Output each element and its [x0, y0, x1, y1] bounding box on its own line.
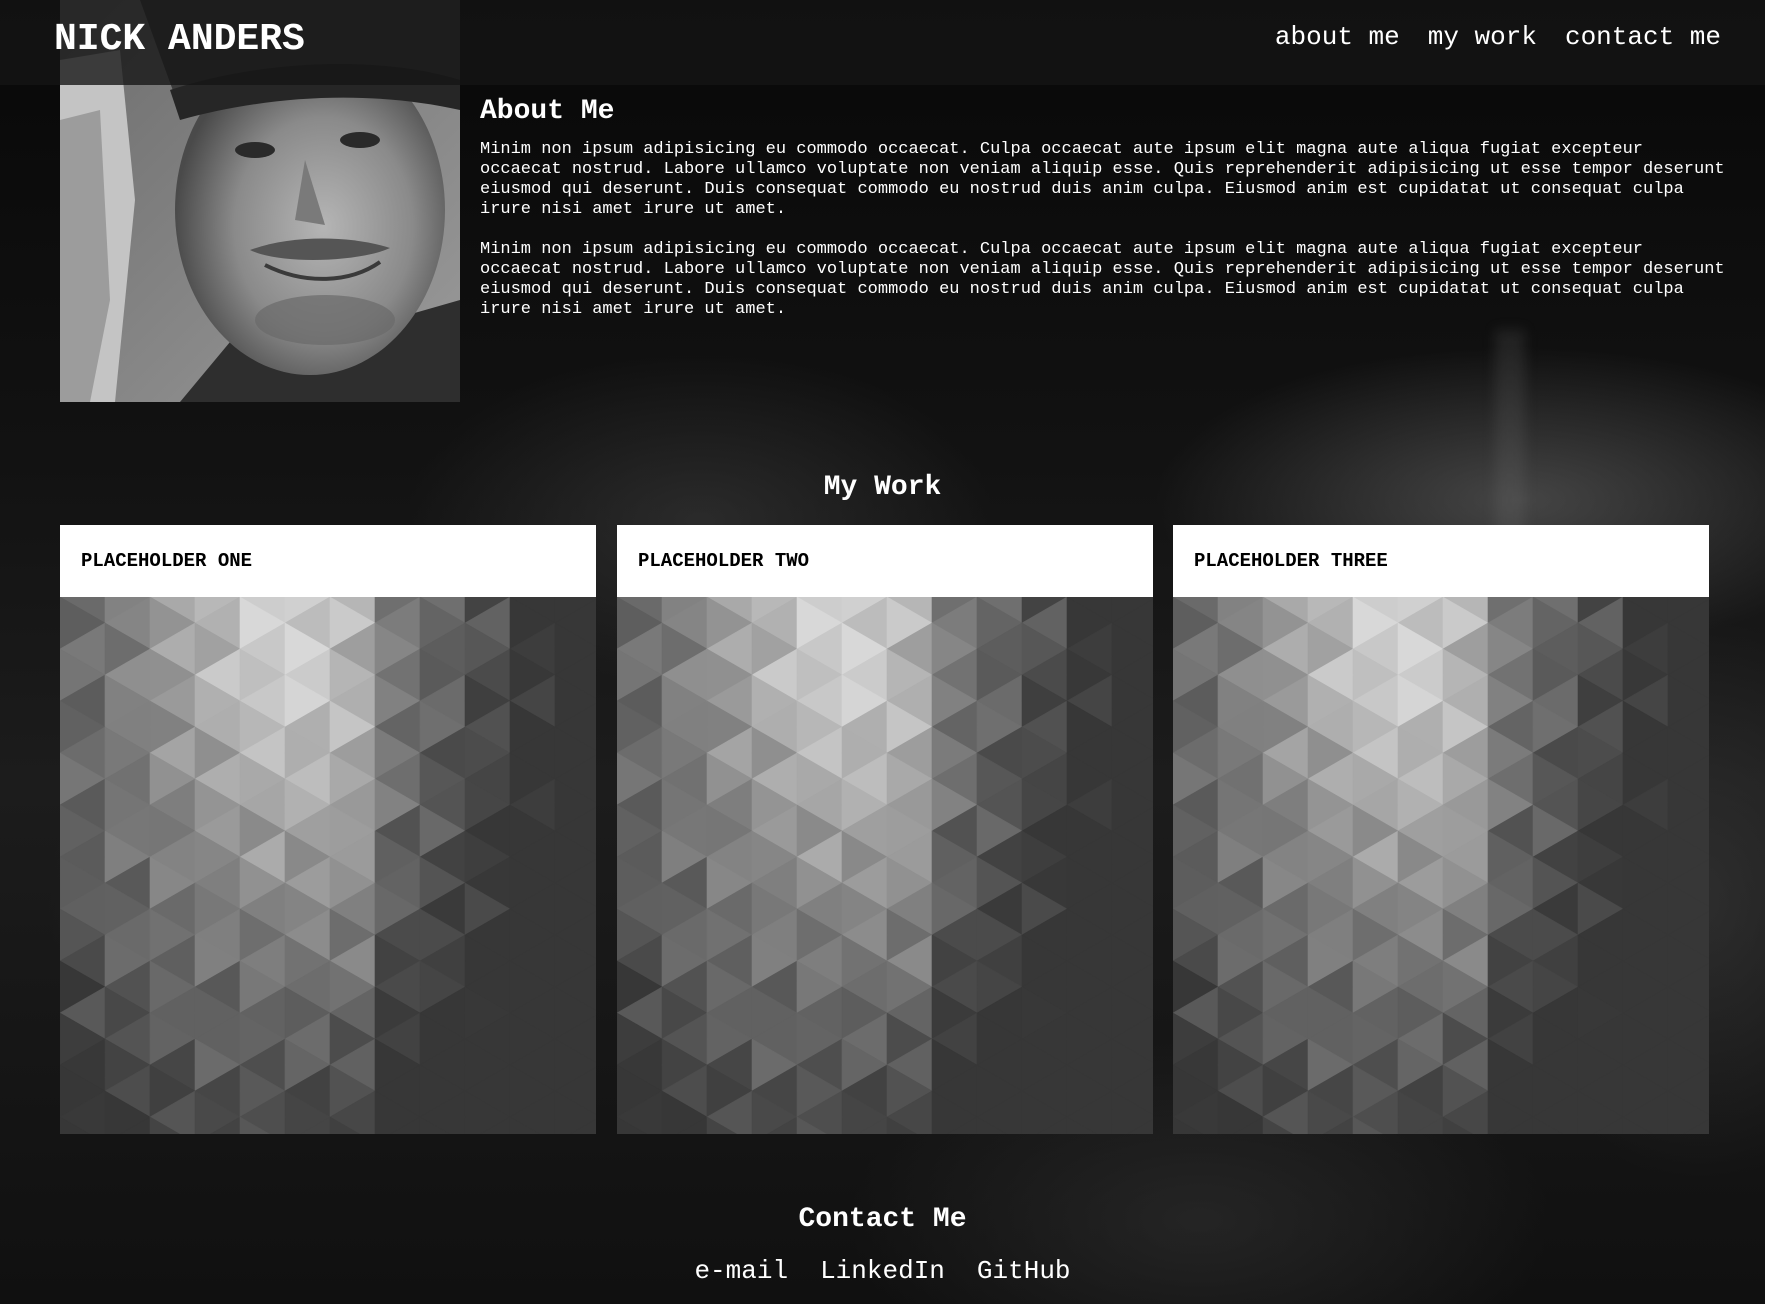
nav-work-link[interactable]: my work	[1428, 22, 1537, 52]
project-card-title[interactable]: PLACEHOLDER ONE	[60, 525, 596, 597]
project-thumbnail[interactable]	[617, 597, 1153, 1134]
about-paragraph: Minim non ipsum adipisicing eu commodo o…	[480, 240, 1725, 319]
project-card-one[interactable]: PLACEHOLDER ONE	[60, 525, 596, 1134]
about-text: Minim non ipsum adipisicing eu commodo o…	[480, 140, 1725, 340]
nav-about-link[interactable]: about me	[1275, 22, 1400, 52]
about-heading: About Me	[480, 96, 615, 127]
project-card-title[interactable]: PLACEHOLDER THREE	[1173, 525, 1709, 597]
linkedin-link[interactable]: LinkedIn	[820, 1256, 945, 1286]
contact-links: e-mail LinkedIn GitHub	[0, 1256, 1765, 1286]
project-thumbnail[interactable]	[1173, 597, 1709, 1134]
project-card-title[interactable]: PLACEHOLDER TWO	[617, 525, 1153, 597]
email-link[interactable]: e-mail	[694, 1256, 788, 1286]
nav-contact-link[interactable]: contact me	[1565, 22, 1721, 52]
project-thumbnail[interactable]	[60, 597, 596, 1134]
contact-heading: Contact Me	[798, 1204, 967, 1235]
github-link[interactable]: GitHub	[977, 1256, 1071, 1286]
project-card-two[interactable]: PLACEHOLDER TWO	[617, 525, 1153, 1134]
site-header: NICK ANDERS about me my work contact me	[0, 0, 1765, 85]
project-card-three[interactable]: PLACEHOLDER THREE	[1173, 525, 1709, 1134]
about-paragraph: Minim non ipsum adipisicing eu commodo o…	[480, 140, 1725, 219]
work-heading: My Work	[823, 472, 942, 503]
site-logo[interactable]: NICK ANDERS	[54, 18, 305, 61]
main-nav: about me my work contact me	[1275, 22, 1721, 52]
